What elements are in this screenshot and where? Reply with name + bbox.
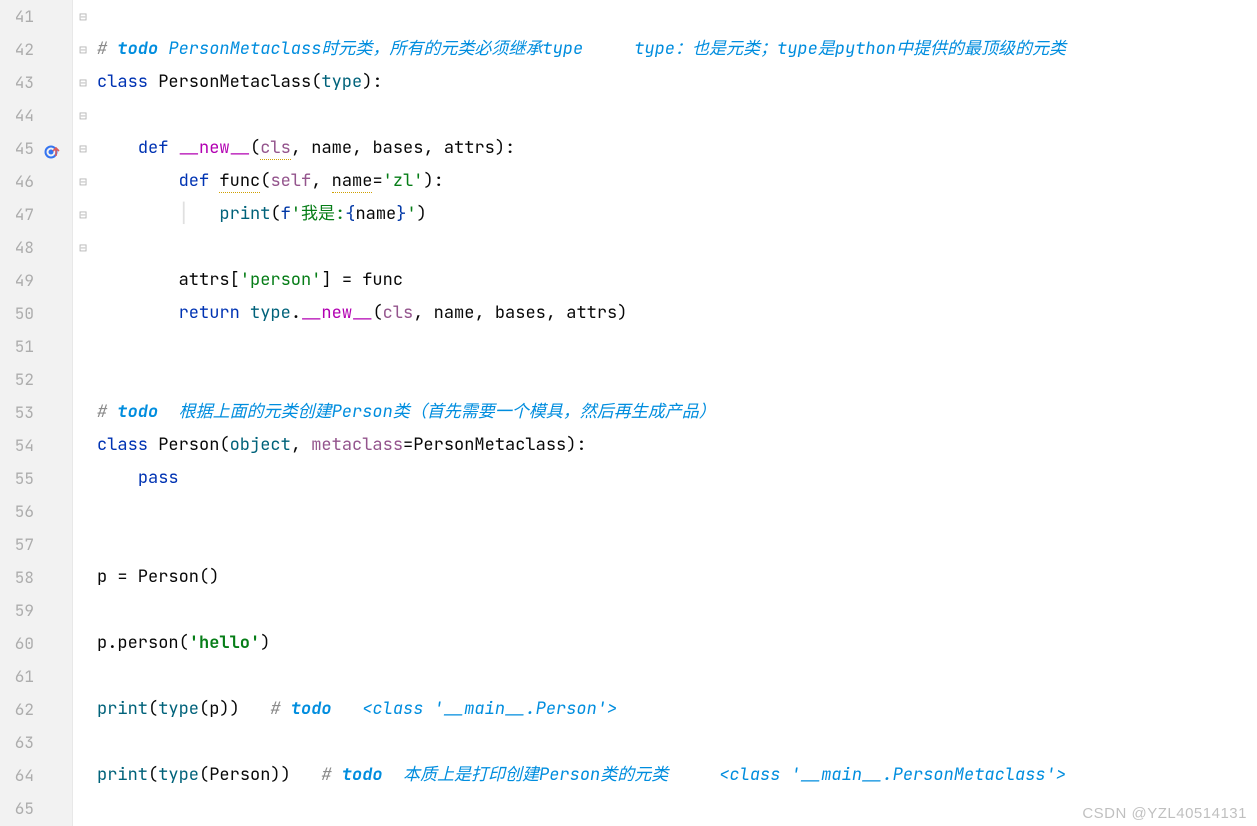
line-number[interactable]: 52 — [0, 363, 34, 396]
code-line[interactable] — [97, 0, 1257, 33]
code-line[interactable]: # todo 根据上面的元类创建Person类（首先需要一个模具，然后再生成产品… — [97, 396, 1257, 429]
fold-marker[interactable]: ⊟ — [73, 165, 93, 198]
code-line[interactable]: print(type(Person)) # todo 本质上是打印创建Perso… — [97, 759, 1257, 792]
line-number[interactable]: 53 — [0, 396, 34, 429]
fold-marker[interactable]: ⊟ — [73, 231, 93, 264]
code-line[interactable] — [97, 231, 1257, 264]
code-line[interactable]: # todo PersonMetaclass时元类，所有的元类必须继承type … — [97, 33, 1257, 66]
line-number[interactable]: 54 — [0, 429, 34, 462]
code-line[interactable] — [97, 495, 1257, 528]
line-number[interactable]: 47 — [0, 198, 34, 231]
line-number[interactable]: 59 — [0, 594, 34, 627]
code-line[interactable]: p = Person() — [97, 561, 1257, 594]
code-line[interactable]: def __new__(cls, name, bases, attrs): — [97, 132, 1257, 165]
fold-gutter[interactable]: ⊟⊟⊟⊟⊟⊟⊟⊟ — [72, 0, 93, 826]
line-number[interactable]: 51 — [0, 330, 34, 363]
code-line[interactable] — [97, 330, 1257, 363]
code-line[interactable] — [97, 594, 1257, 627]
breakpoint-icon[interactable] — [44, 139, 60, 155]
code-line[interactable]: class PersonMetaclass(type): — [97, 66, 1257, 99]
line-number[interactable]: 44 — [0, 99, 34, 132]
line-number[interactable]: 63 — [0, 726, 34, 759]
line-number[interactable]: 61 — [0, 660, 34, 693]
line-number[interactable]: 48 — [0, 231, 34, 264]
code-line[interactable]: print(type(p)) # todo <class '__main__.P… — [97, 693, 1257, 726]
line-number-gutter[interactable]: 4142434445464748495051525354555657585960… — [0, 0, 42, 826]
line-number[interactable]: 58 — [0, 561, 34, 594]
watermark: CSDN @YZL40514131 — [1082, 805, 1247, 822]
line-number[interactable]: 57 — [0, 528, 34, 561]
code-line[interactable]: p.person('hello') — [97, 627, 1257, 660]
code-line[interactable]: │ print(f'我是:{name}') — [97, 198, 1257, 231]
code-line[interactable] — [97, 726, 1257, 759]
fold-marker[interactable]: ⊟ — [73, 66, 93, 99]
line-number[interactable]: 60 — [0, 627, 34, 660]
line-number[interactable]: 56 — [0, 495, 34, 528]
fold-marker[interactable]: ⊟ — [73, 99, 93, 132]
code-line[interactable] — [97, 99, 1257, 132]
code-line[interactable]: return type.__new__(cls, name, bases, at… — [97, 297, 1257, 330]
code-line[interactable]: pass — [97, 462, 1257, 495]
code-area[interactable]: # todo PersonMetaclass时元类，所有的元类必须继承type … — [93, 0, 1257, 826]
code-line[interactable]: def func(self, name='zl'): — [97, 165, 1257, 198]
line-number[interactable]: 43 — [0, 66, 34, 99]
fold-marker[interactable]: ⊟ — [73, 33, 93, 66]
fold-marker[interactable]: ⊟ — [73, 198, 93, 231]
line-number[interactable]: 65 — [0, 792, 34, 825]
line-number[interactable]: 55 — [0, 462, 34, 495]
fold-marker[interactable]: ⊟ — [73, 0, 93, 33]
line-number[interactable]: 46 — [0, 165, 34, 198]
line-number[interactable]: 50 — [0, 297, 34, 330]
code-line[interactable] — [97, 660, 1257, 693]
line-number[interactable]: 41 — [0, 0, 34, 33]
marker-gutter[interactable] — [42, 0, 72, 826]
line-number[interactable]: 62 — [0, 693, 34, 726]
code-line[interactable]: attrs['person'] = func — [97, 264, 1257, 297]
line-number[interactable]: 42 — [0, 33, 34, 66]
code-line[interactable] — [97, 528, 1257, 561]
code-line[interactable]: class Person(object, metaclass=PersonMet… — [97, 429, 1257, 462]
code-line[interactable] — [97, 363, 1257, 396]
line-number[interactable]: 49 — [0, 264, 34, 297]
line-number[interactable]: 64 — [0, 759, 34, 792]
line-number[interactable]: 45 — [0, 132, 34, 165]
code-editor: 4142434445464748495051525354555657585960… — [0, 0, 1257, 826]
fold-marker[interactable]: ⊟ — [73, 132, 93, 165]
